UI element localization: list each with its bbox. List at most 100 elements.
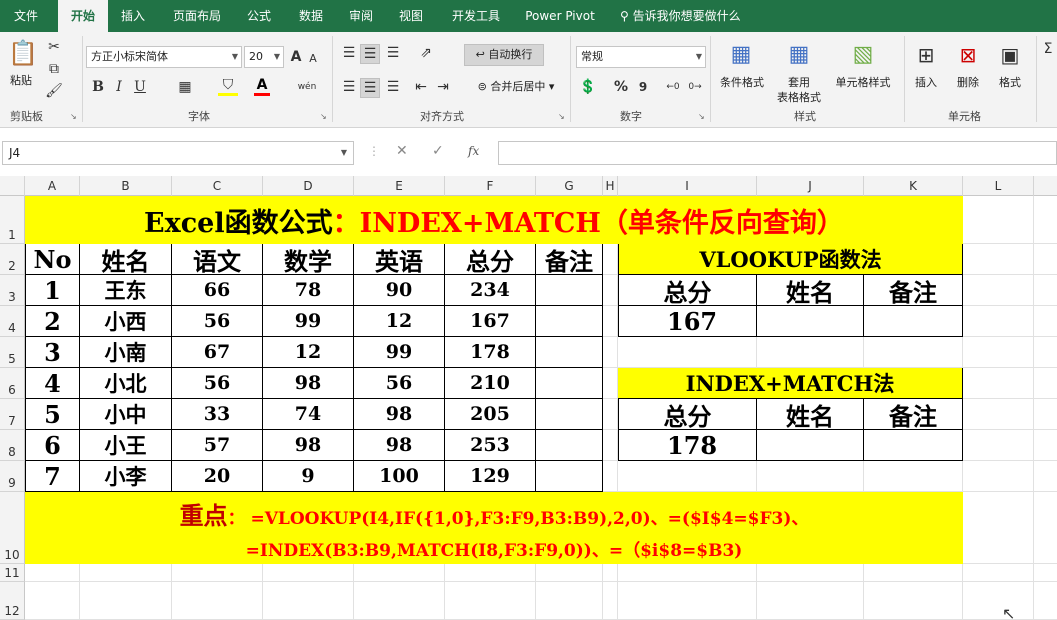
- cut-icon[interactable]: ✂: [44, 38, 64, 56]
- column-header-i[interactable]: I: [618, 176, 757, 196]
- table-cell[interactable]: 小南: [80, 337, 172, 368]
- borders-icon[interactable]: ▦: [176, 78, 194, 96]
- title-cell[interactable]: Excel函数公式 ：INDEX+MATCH（单条件反向查询）: [25, 196, 963, 244]
- table-header-cell[interactable]: No: [25, 244, 80, 275]
- remark-cell[interactable]: [536, 306, 603, 337]
- column-header-f[interactable]: F: [445, 176, 536, 196]
- row-header-3[interactable]: 3: [0, 275, 25, 306]
- decrease-indent-icon[interactable]: ⇤: [412, 78, 430, 96]
- merge-center-button[interactable]: ⊜ 合并后居中 ▾: [466, 78, 566, 96]
- select-all-corner[interactable]: [0, 176, 25, 196]
- table-cell[interactable]: 98: [263, 368, 354, 399]
- insert-cells-icon[interactable]: ⊞: [914, 40, 938, 70]
- increase-indent-icon[interactable]: ⇥: [434, 78, 452, 96]
- remark-cell[interactable]: [536, 461, 603, 492]
- table-cell[interactable]: 98: [263, 430, 354, 461]
- lookup-header-cell[interactable]: 备注: [864, 399, 963, 430]
- align-bottom-icon[interactable]: ☰: [384, 44, 402, 62]
- tab-formulas[interactable]: 公式: [238, 0, 280, 32]
- row-header-9[interactable]: 9: [0, 461, 25, 492]
- tab-power-pivot[interactable]: Power Pivot: [520, 0, 600, 32]
- format-as-table-icon[interactable]: ▦: [784, 40, 814, 70]
- tab-home[interactable]: 开始: [58, 0, 108, 33]
- table-cell[interactable]: 小中: [80, 399, 172, 430]
- table-cell[interactable]: 98: [354, 399, 445, 430]
- align-left-icon[interactable]: ☰: [340, 78, 358, 96]
- lookup-value-cell[interactable]: [757, 430, 864, 461]
- row-header-7[interactable]: 7: [0, 399, 25, 430]
- table-cell[interactable]: 205: [445, 399, 536, 430]
- alignment-launcher-icon[interactable]: ↘: [558, 112, 565, 121]
- lookup-header-cell[interactable]: 姓名: [757, 275, 864, 306]
- row-header-4[interactable]: 4: [0, 306, 25, 337]
- enter-icon[interactable]: ✓: [432, 143, 444, 159]
- tab-view[interactable]: 视图: [390, 0, 432, 32]
- index-match-title[interactable]: INDEX+MATCH法: [618, 368, 963, 399]
- font-grow-icon[interactable]: A: [288, 48, 304, 66]
- table-cell[interactable]: 56: [172, 306, 263, 337]
- table-header-cell[interactable]: 英语: [354, 244, 445, 275]
- font-name-select[interactable]: 方正小标宋简体 ▼: [86, 46, 242, 68]
- insert-function-icon[interactable]: fx: [468, 144, 479, 158]
- table-cell[interactable]: 67: [172, 337, 263, 368]
- lookup-header-cell[interactable]: 姓名: [757, 399, 864, 430]
- column-header-l[interactable]: L: [963, 176, 1034, 196]
- format-cells-button[interactable]: 格式: [994, 74, 1026, 90]
- table-cell[interactable]: 2: [25, 306, 80, 337]
- table-cell[interactable]: 小北: [80, 368, 172, 399]
- comma-style-button[interactable]: 9: [636, 78, 650, 96]
- table-cell[interactable]: 56: [172, 368, 263, 399]
- row-header-10[interactable]: 10: [0, 492, 25, 564]
- tab-review[interactable]: 审阅: [340, 0, 382, 32]
- align-right-icon[interactable]: ☰: [384, 78, 402, 96]
- table-cell[interactable]: 99: [354, 337, 445, 368]
- bold-button[interactable]: B: [90, 78, 106, 96]
- table-cell[interactable]: 小西: [80, 306, 172, 337]
- align-middle-icon[interactable]: ☰: [360, 44, 380, 64]
- table-cell[interactable]: 9: [263, 461, 354, 492]
- row-header-6[interactable]: 6: [0, 368, 25, 399]
- cell-styles-button[interactable]: 单元格样式: [830, 74, 896, 90]
- column-header-g[interactable]: G: [536, 176, 603, 196]
- font-launcher-icon[interactable]: ↘: [320, 112, 327, 121]
- remark-cell[interactable]: [536, 337, 603, 368]
- table-cell[interactable]: 5: [25, 399, 80, 430]
- column-header-h[interactable]: H: [603, 176, 618, 196]
- table-cell[interactable]: 178: [445, 337, 536, 368]
- conditional-format-icon[interactable]: ▦: [726, 40, 756, 70]
- row-header-2[interactable]: 2: [0, 244, 25, 275]
- lookup-header-cell[interactable]: 总分: [618, 275, 757, 306]
- row-header-11[interactable]: 11: [0, 564, 25, 582]
- sum-icon[interactable]: Σ: [1040, 40, 1056, 58]
- align-top-icon[interactable]: ☰: [340, 44, 358, 62]
- wrap-text-button[interactable]: ↩ 自动换行: [464, 44, 544, 66]
- font-shrink-icon[interactable]: A: [306, 50, 320, 68]
- lookup-value-cell[interactable]: [757, 306, 864, 337]
- remark-cell[interactable]: [536, 275, 603, 306]
- table-header-cell[interactable]: 语文: [172, 244, 263, 275]
- column-header-j[interactable]: J: [757, 176, 864, 196]
- table-cell[interactable]: 98: [354, 430, 445, 461]
- lookup-value-cell[interactable]: 178: [618, 430, 757, 461]
- format-as-table-label2[interactable]: 表格格式: [768, 89, 830, 105]
- table-cell[interactable]: 小李: [80, 461, 172, 492]
- table-cell[interactable]: 12: [354, 306, 445, 337]
- table-cell[interactable]: 66: [172, 275, 263, 306]
- clipboard-launcher-icon[interactable]: ↘: [70, 112, 77, 121]
- table-cell[interactable]: 234: [445, 275, 536, 306]
- table-cell[interactable]: 129: [445, 461, 536, 492]
- tab-data[interactable]: 数据: [290, 0, 332, 32]
- tab-developer[interactable]: 开发工具: [444, 0, 508, 32]
- fill-color-icon[interactable]: ⛉: [218, 78, 238, 96]
- underline-button[interactable]: U: [132, 78, 148, 96]
- phonetic-icon[interactable]: wén: [296, 78, 318, 96]
- lookup-value-cell[interactable]: [864, 306, 963, 337]
- row-header-1[interactable]: 1: [0, 196, 25, 244]
- italic-button[interactable]: I: [112, 78, 126, 96]
- tell-me-search[interactable]: ⚲ 告诉我你想要做什么: [620, 0, 741, 32]
- table-cell[interactable]: 6: [25, 430, 80, 461]
- table-cell[interactable]: 210: [445, 368, 536, 399]
- tab-page-layout[interactable]: 页面布局: [164, 0, 230, 32]
- table-cell[interactable]: 3: [25, 337, 80, 368]
- vlookup-title[interactable]: VLOOKUP函数法: [618, 244, 963, 275]
